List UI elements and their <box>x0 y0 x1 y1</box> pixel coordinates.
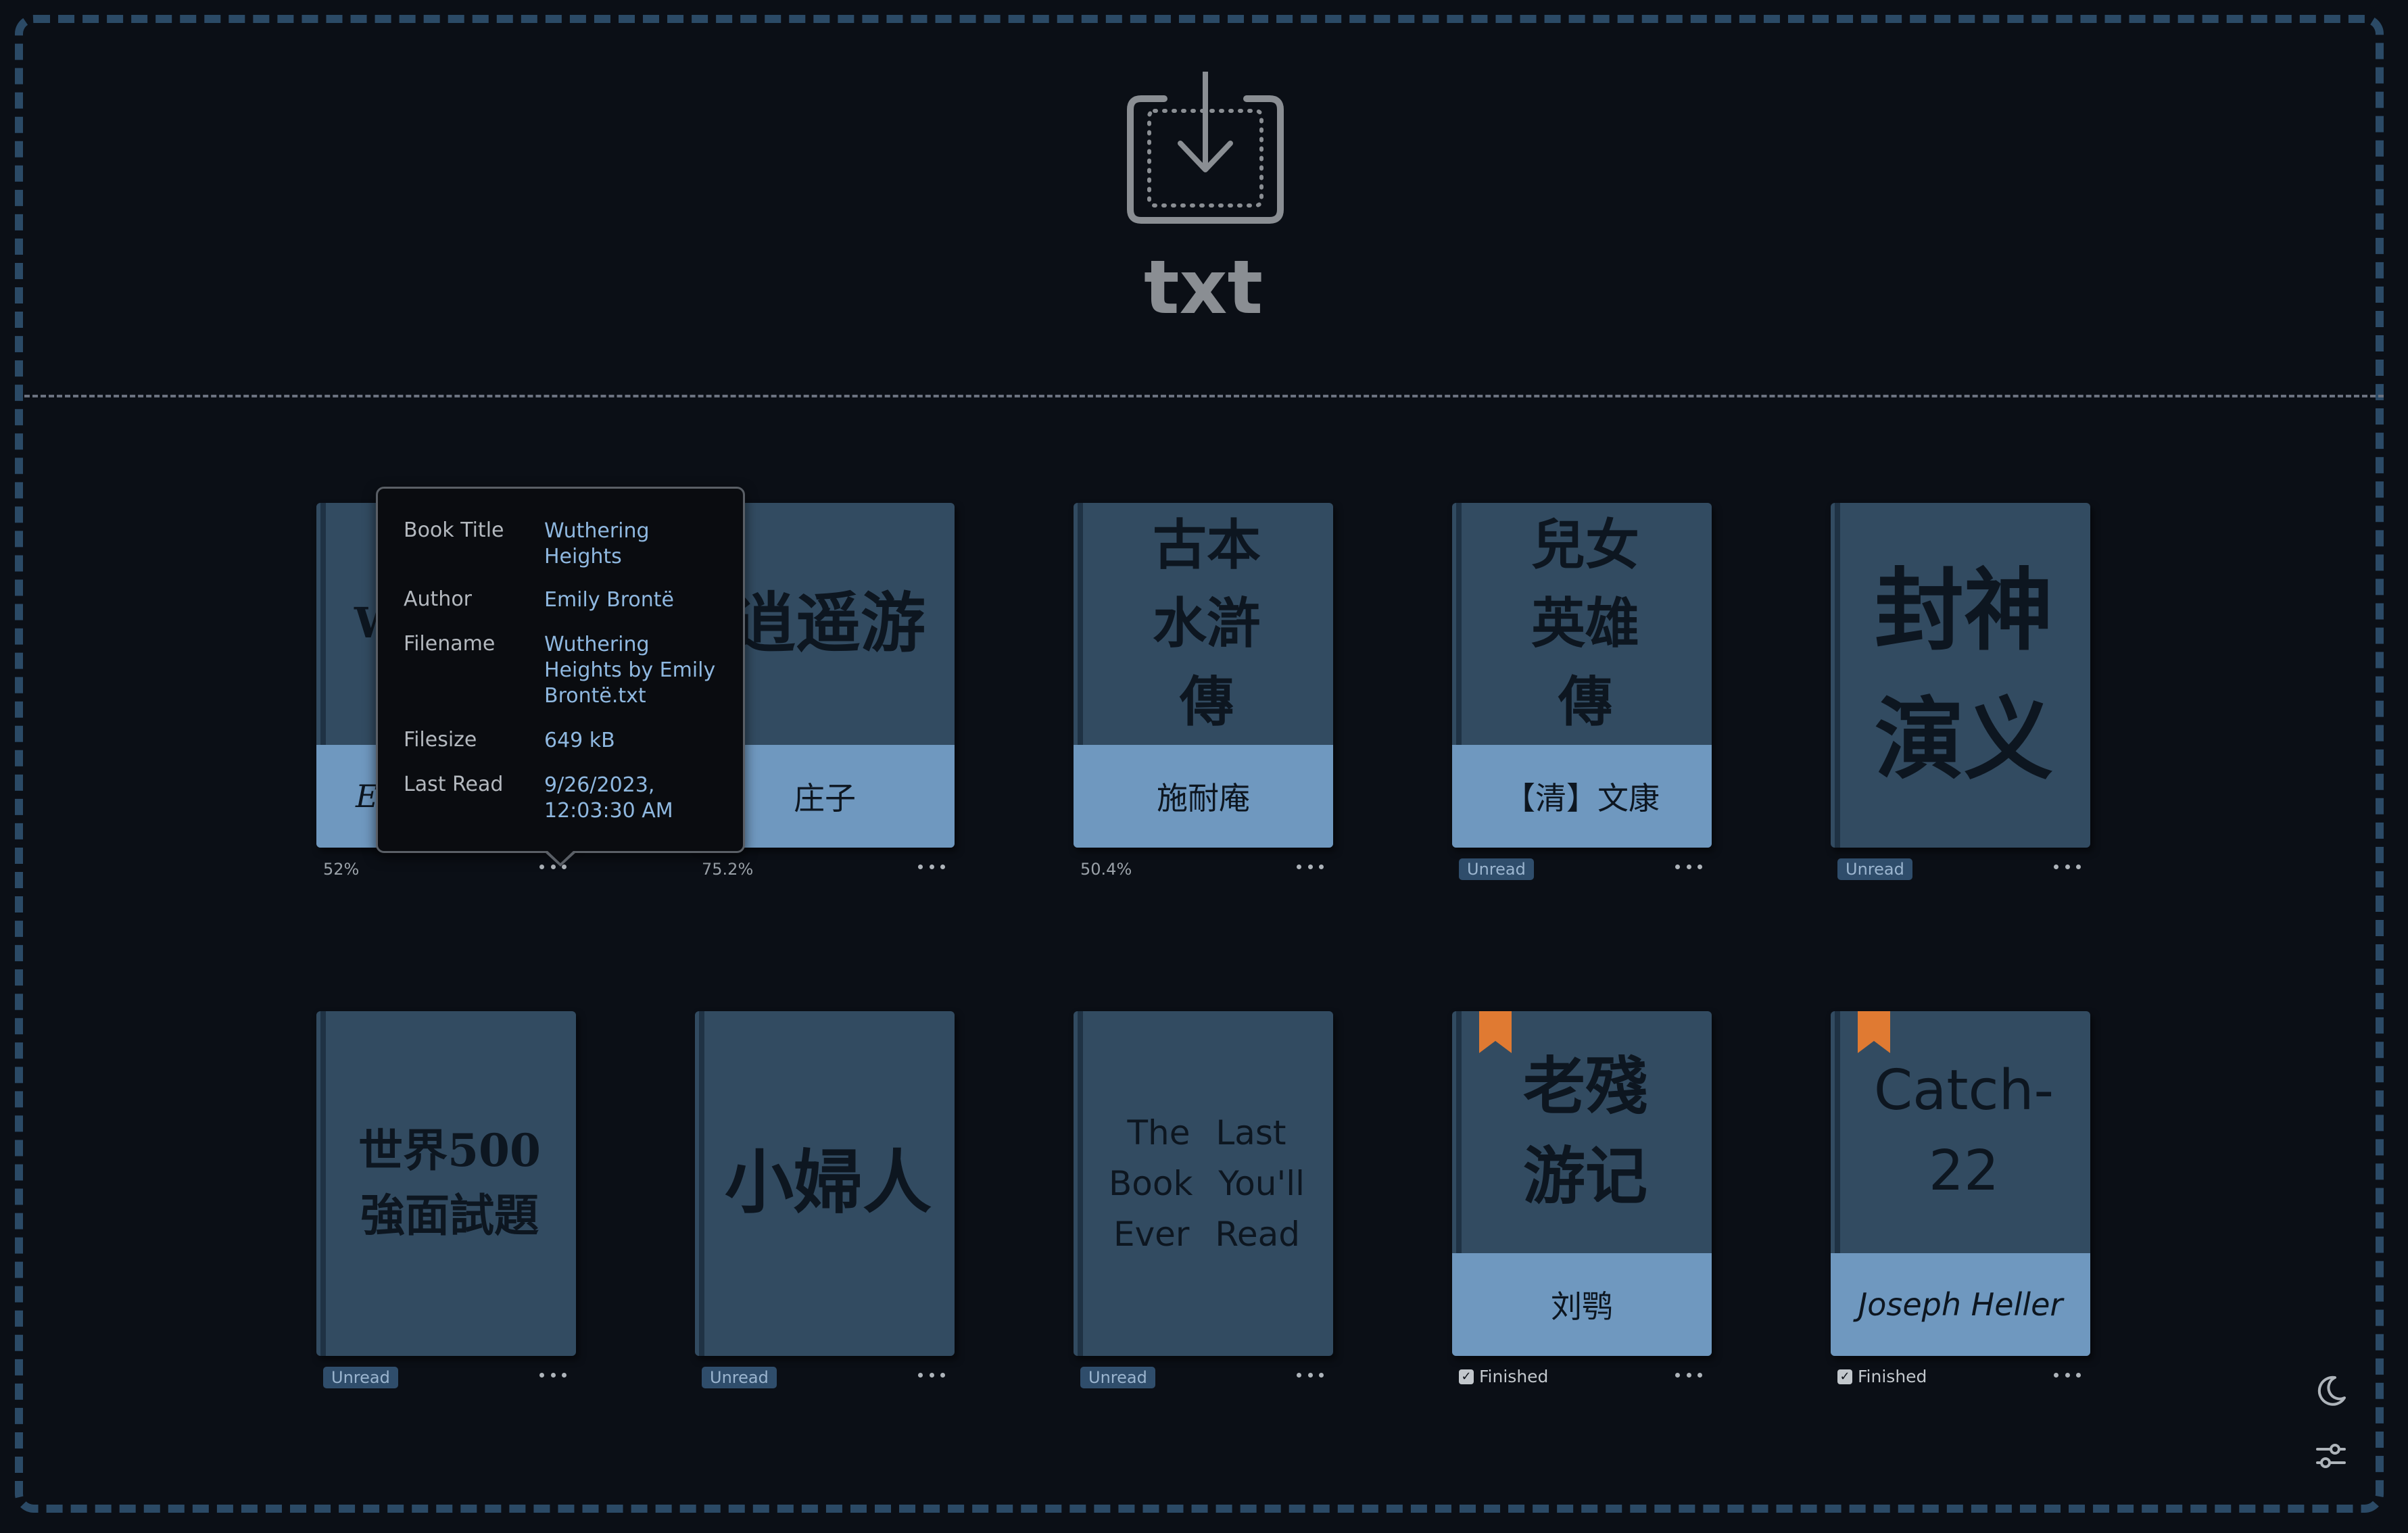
book-meta: ✓ Finished <box>1452 1356 1712 1396</box>
book-card[interactable]: The Last Book You'll Ever Read Unread <box>1074 1011 1333 1396</box>
download-tray-icon[interactable] <box>1125 72 1286 249</box>
book-author: 施耐庵 <box>1074 745 1333 848</box>
book-title: 老殘游记 <box>1522 1049 1647 1213</box>
book-title: 世界500強面試題 <box>358 1124 541 1242</box>
book-meta: Unread <box>1831 848 2090 888</box>
more-options-icon[interactable] <box>1294 1361 1326 1388</box>
book-author: Joseph Heller <box>1831 1253 2090 1356</box>
book-card[interactable]: 封神演义 Unread <box>1831 503 2090 888</box>
more-options-icon[interactable] <box>915 1361 948 1388</box>
book-card[interactable]: 世界500強面試題 Unread <box>316 1011 576 1396</box>
checkbox-checked-icon: ✓ <box>1837 1369 1852 1384</box>
book-meta: ✓ Finished <box>1831 1356 2090 1396</box>
book-meta: 75.2% <box>695 848 955 888</box>
app-root: txt W E 52% 逍遥游 庄子 75.2% 古本水滸傳 施耐庵 50.4% <box>0 0 2408 1533</box>
tooltip-value: 649 kB <box>544 729 615 752</box>
tooltip-label: Last Read <box>404 773 504 796</box>
upload-format-label: txt <box>1143 244 1263 331</box>
tooltip-value: Emily Brontë <box>544 588 674 612</box>
book-title: Catch-22 <box>1873 1058 2054 1203</box>
book-cover[interactable]: 老殘游记 刘鹗 <box>1452 1011 1712 1356</box>
book-cover[interactable]: 兒女英雄傳 【清】文康 <box>1452 503 1712 848</box>
book-title: 兒女英雄傳 <box>1531 513 1639 733</box>
book-card[interactable]: 老殘游记 刘鹗 ✓ Finished <box>1452 1011 1712 1396</box>
tooltip-value: 9/26/2023, 12:03:30 AM <box>544 773 673 823</box>
more-options-icon[interactable] <box>2051 853 2084 880</box>
tooltip-label: Filesize <box>404 728 477 752</box>
more-options-icon[interactable] <box>1294 853 1326 880</box>
book-meta: Unread <box>1452 848 1712 888</box>
book-meta: Unread <box>1074 1356 1333 1396</box>
book-title: 封神演义 <box>1875 558 2053 792</box>
tooltip-label: Filename <box>404 632 496 656</box>
book-title: The Last Book You'll Ever Read <box>1108 1113 1305 1254</box>
book-cover[interactable]: The Last Book You'll Ever Read <box>1074 1011 1333 1356</box>
finished-label: Finished <box>1858 1367 1927 1386</box>
book-cover[interactable]: Catch-22 Joseph Heller <box>1831 1011 2090 1356</box>
tooltip-label: Book Title <box>404 518 504 542</box>
finished-status: ✓ Finished <box>1459 1367 1548 1386</box>
section-divider <box>24 395 2384 397</box>
book-meta: 52% <box>316 848 576 888</box>
sliders-icon[interactable] <box>2312 1437 2350 1475</box>
book-cover[interactable]: 世界500強面試題 <box>316 1011 576 1356</box>
book-card[interactable]: Catch-22 Joseph Heller ✓ Finished <box>1831 1011 2090 1396</box>
book-cover[interactable]: 小婦人 <box>695 1011 955 1356</box>
finished-status: ✓ Finished <box>1837 1367 1927 1386</box>
status-badge: Unread <box>1080 1367 1155 1388</box>
book-meta: Unread <box>695 1356 955 1396</box>
book-author: 刘鹗 <box>1452 1253 1712 1356</box>
status-badge: Unread <box>323 1367 398 1388</box>
book-author: 【清】文康 <box>1452 745 1712 848</box>
book-card[interactable]: 小婦人 Unread <box>695 1011 955 1396</box>
status-badge: Unread <box>1459 858 1534 880</box>
more-options-icon[interactable] <box>915 853 948 880</box>
more-options-icon[interactable] <box>1672 1361 1705 1388</box>
book-meta: Unread <box>316 1356 576 1396</box>
book-cover[interactable]: 古本水滸傳 施耐庵 <box>1074 503 1333 848</box>
status-badge: Unread <box>1837 858 1912 880</box>
finished-label: Finished <box>1479 1367 1549 1386</box>
tooltip-value: Wuthering Heights by Emily Brontë.txt <box>544 633 716 708</box>
book-info-tooltip: Book Title Wuthering Heights Author Emil… <box>376 487 745 853</box>
more-options-icon[interactable] <box>1672 853 1705 880</box>
book-cover[interactable]: 封神演义 <box>1831 503 2090 848</box>
tooltip-label: Author <box>404 587 473 611</box>
tooltip-value: Wuthering Heights <box>544 519 650 568</box>
more-options-icon[interactable] <box>2051 1361 2084 1388</box>
tooltip-arrow-fill <box>547 850 574 863</box>
reading-progress: 52% <box>323 860 360 879</box>
more-options-icon[interactable] <box>537 1361 569 1388</box>
book-title: 小婦人 <box>725 1142 932 1224</box>
reading-progress: 75.2% <box>702 860 754 879</box>
book-meta: 50.4% <box>1074 848 1333 888</box>
book-title: 古本水滸傳 <box>1153 513 1261 733</box>
book-card[interactable]: 古本水滸傳 施耐庵 50.4% <box>1074 503 1333 888</box>
checkbox-checked-icon: ✓ <box>1459 1369 1474 1384</box>
book-card[interactable]: 兒女英雄傳 【清】文康 Unread <box>1452 503 1712 888</box>
status-badge: Unread <box>702 1367 777 1388</box>
reading-progress: 50.4% <box>1080 860 1132 879</box>
moon-icon[interactable] <box>2312 1372 2350 1410</box>
